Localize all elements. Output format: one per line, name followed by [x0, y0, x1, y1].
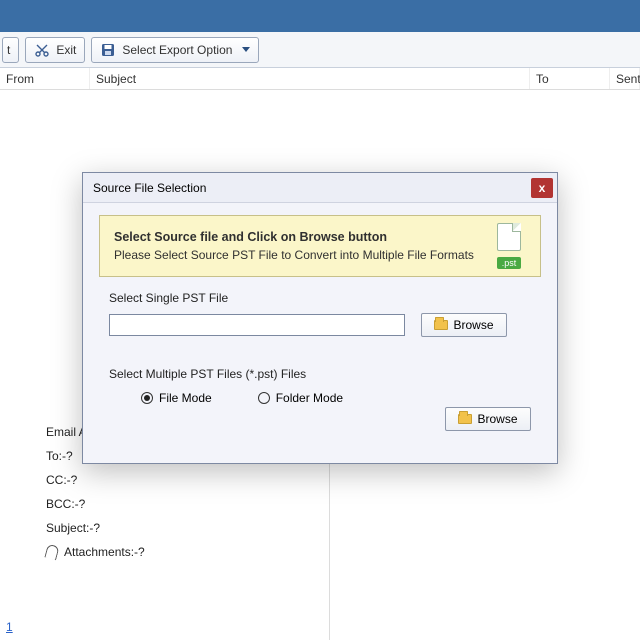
chevron-down-icon [242, 47, 250, 52]
dialog-close-button[interactable]: x [531, 178, 553, 198]
radio-icon [141, 392, 153, 404]
close-icon: x [539, 181, 546, 195]
meta-bcc: BCC:-? [46, 492, 319, 516]
exit-button[interactable]: Exit [25, 37, 85, 63]
radio-file-label: File Mode [159, 391, 212, 405]
col-from[interactable]: From [0, 68, 90, 89]
banner-title: Select Source file and Click on Browse b… [114, 230, 474, 244]
toolbar-button-truncated[interactable]: t [2, 37, 19, 63]
pst-file-icon: .pst [492, 223, 526, 269]
single-pst-path-input[interactable] [109, 314, 405, 336]
meta-subject: Subject:-? [46, 516, 319, 540]
attachments-label: Attachments:-? [64, 540, 145, 564]
dialog-title: Source File Selection [93, 181, 206, 195]
toolbar-label: t [7, 43, 10, 57]
col-to[interactable]: To [530, 68, 610, 89]
col-sent[interactable]: Sent [610, 68, 640, 89]
meta-attachments: Attachments:-? [46, 540, 319, 564]
meta-cc: CC:-? [46, 468, 319, 492]
folder-icon [458, 414, 472, 424]
browse-single-button[interactable]: Browse [421, 313, 507, 337]
paperclip-icon [44, 544, 59, 561]
main-toolbar: t Exit Select Export Option [0, 32, 640, 68]
pst-tag: .pst [497, 257, 522, 269]
bottom-link[interactable]: 1 [6, 620, 13, 634]
radio-file-mode[interactable]: File Mode [141, 391, 212, 405]
folder-icon [434, 320, 448, 330]
radio-folder-mode[interactable]: Folder Mode [258, 391, 343, 405]
bottom-link-bar: 1 [0, 620, 640, 634]
source-file-selection-dialog: Source File Selection x Select Source fi… [82, 172, 558, 464]
single-pst-label: Select Single PST File [109, 291, 557, 305]
col-subject[interactable]: Subject [90, 68, 530, 89]
scissors-icon [34, 42, 50, 58]
radio-folder-label: Folder Mode [276, 391, 343, 405]
browse-label: Browse [477, 412, 517, 426]
window-titlebar [0, 0, 640, 32]
dialog-banner: Select Source file and Click on Browse b… [99, 215, 541, 277]
exit-label: Exit [56, 43, 76, 57]
browse-multi-button[interactable]: Browse [445, 407, 531, 431]
save-icon [100, 42, 116, 58]
mail-columns-header: From Subject To Sent [0, 68, 640, 90]
export-label: Select Export Option [122, 43, 232, 57]
select-export-option-button[interactable]: Select Export Option [91, 37, 259, 63]
browse-label: Browse [453, 318, 493, 332]
radio-icon [258, 392, 270, 404]
multi-pst-label: Select Multiple PST Files (*.pst) Files [109, 367, 557, 381]
banner-subtitle: Please Select Source PST File to Convert… [114, 248, 474, 262]
